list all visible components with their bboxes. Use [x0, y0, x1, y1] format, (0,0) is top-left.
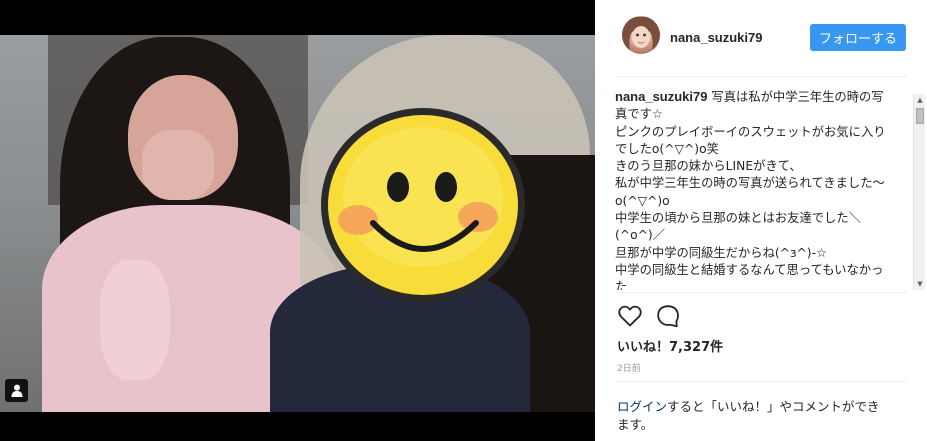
like-button[interactable]: [617, 303, 643, 329]
heart-outline-icon: [618, 305, 642, 327]
comment-bubble-icon: [657, 305, 679, 328]
header-divider: [615, 76, 907, 77]
username-link[interactable]: nana_suzuki79: [670, 30, 763, 45]
profile-photo-image: [622, 16, 660, 54]
like-count[interactable]: いいね！7,327件: [617, 336, 723, 355]
scroll-down-arrow-icon[interactable]: ▼: [914, 278, 926, 290]
login-link[interactable]: ログイン: [617, 399, 667, 414]
post-photo-pane: [0, 0, 595, 441]
tagged-users-button[interactable]: [5, 379, 28, 402]
post-side-panel: nana_suzuki79 フォローする nana_suzuki79 写真は私が…: [595, 0, 927, 441]
smiley-face-sticker: [321, 108, 525, 302]
post-photo[interactable]: [0, 35, 595, 412]
scroll-up-arrow-icon[interactable]: ▲: [914, 94, 926, 106]
person-icon: [11, 384, 22, 397]
caption-scrollbar[interactable]: ▲ ▼: [913, 94, 925, 290]
caption-section: nana_suzuki79 写真は私が中学三年生の時の写真です☆ ピンクのプレイ…: [615, 88, 911, 290]
caption: nana_suzuki79 写真は私が中学三年生の時の写真です☆ ピンクのプレイ…: [615, 88, 911, 290]
footer-divider: [615, 381, 907, 382]
action-bar: [617, 303, 681, 329]
photo-pink-arm: [100, 260, 170, 380]
avatar[interactable]: [622, 16, 660, 54]
caption-username-link[interactable]: nana_suzuki79: [615, 89, 708, 104]
follow-button[interactable]: フォローする: [810, 24, 906, 51]
comment-button[interactable]: [655, 303, 681, 329]
post-timestamp[interactable]: 2日前: [617, 361, 641, 374]
photo-left-person-hand: [142, 130, 214, 200]
caption-text: 写真は私が中学三年生の時の写真です☆ ピンクのプレイボーイのスウェットがお気に入…: [615, 90, 886, 290]
post-header: nana_suzuki79 フォローする: [595, 0, 927, 76]
caption-divider: [615, 292, 907, 293]
scrollbar-thumb[interactable]: [916, 108, 924, 124]
login-prompt: ログインすると「いいね！」やコメントができます。: [617, 398, 887, 434]
